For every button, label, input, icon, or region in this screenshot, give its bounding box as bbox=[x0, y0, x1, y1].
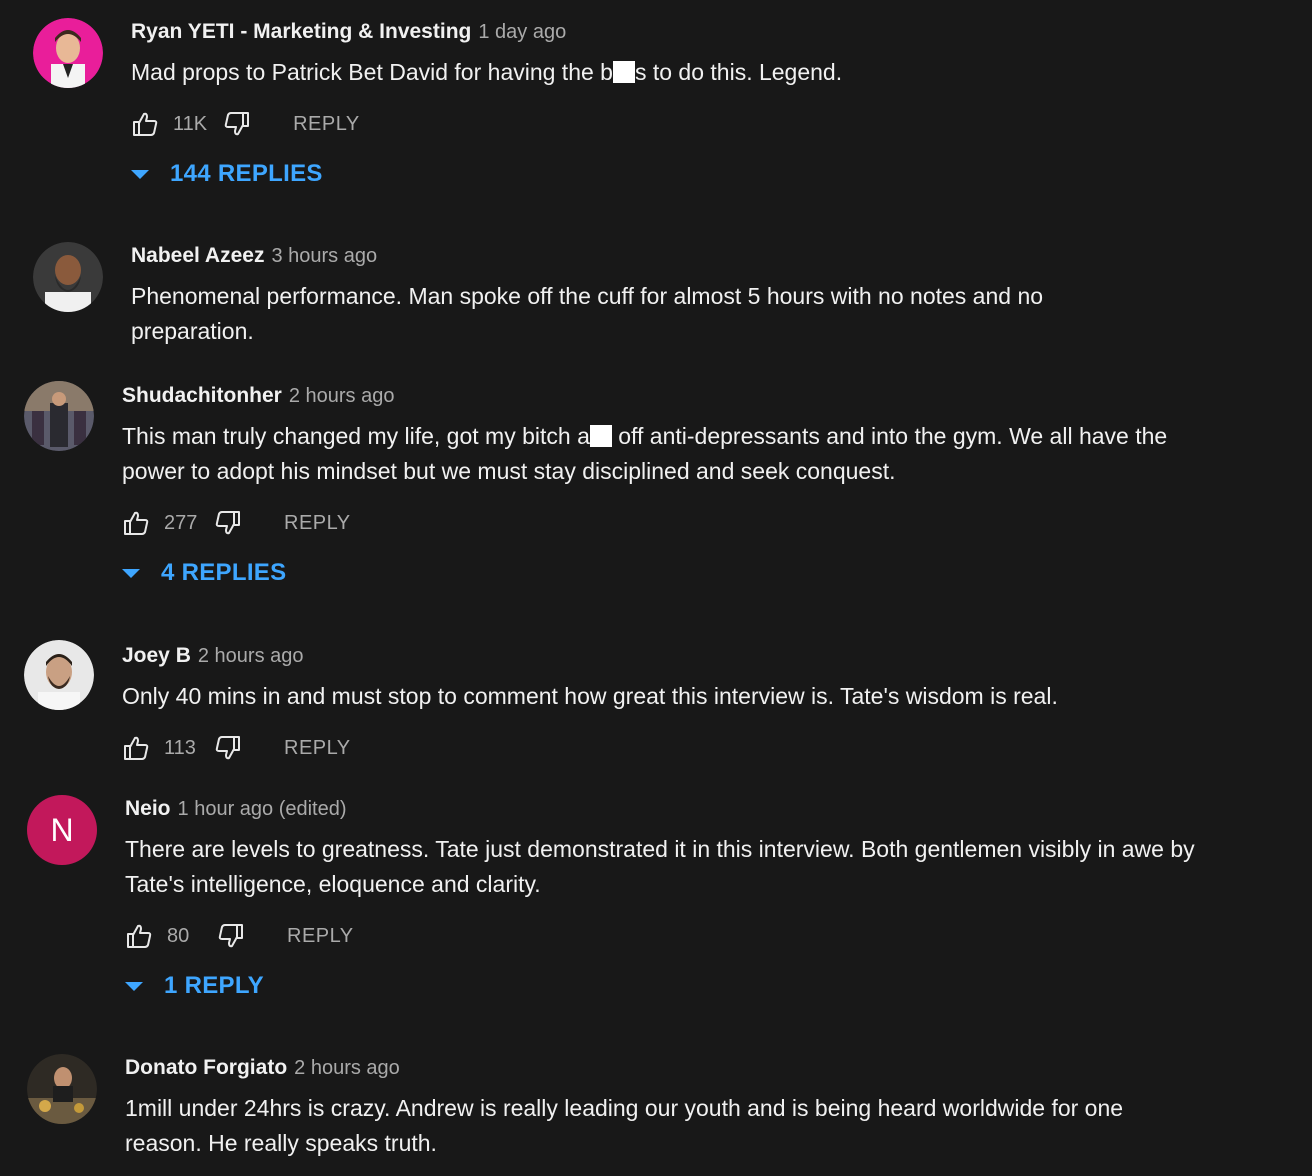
replies-count-label: 144 REPLIES bbox=[170, 160, 323, 187]
reply-button[interactable]: REPLY bbox=[293, 113, 360, 136]
like-count: 277 bbox=[164, 511, 198, 534]
like-count: 113 bbox=[164, 736, 196, 759]
avatar-icon bbox=[33, 18, 103, 88]
comment-actions: 113 REPLY bbox=[122, 733, 1212, 763]
comment-text: There are levels to greatness. Tate just… bbox=[125, 836, 1201, 897]
comment-author[interactable]: Neio bbox=[125, 797, 171, 821]
like-count: 80 bbox=[167, 924, 190, 947]
avatar[interactable] bbox=[33, 18, 103, 88]
avatar-icon bbox=[27, 1054, 97, 1124]
comment-text: Only 40 mins in and must stop to comment… bbox=[122, 683, 1058, 709]
comment-author[interactable]: Donato Forgiato bbox=[125, 1056, 287, 1080]
comment-text-part: s to do this. Legend. bbox=[634, 59, 843, 85]
avatar-icon bbox=[24, 381, 94, 451]
thumbs-up-icon[interactable] bbox=[122, 509, 150, 537]
avatar-letter: N bbox=[50, 811, 74, 848]
comment-thread: Shudachitonher 2 hours ago This man trul… bbox=[0, 370, 1312, 600]
replies-count-label: 4 REPLIES bbox=[161, 559, 287, 586]
avatar[interactable] bbox=[33, 242, 103, 312]
comment-actions: 277 REPLY bbox=[122, 508, 1212, 538]
view-replies-button[interactable]: 144 REPLIES bbox=[131, 160, 1221, 188]
comment-actions: 11K REPLY bbox=[131, 109, 1221, 139]
comment-text: Phenomenal performance. Man spoke off th… bbox=[131, 283, 1050, 344]
comment-thread: Joey B 2 hours ago Only 40 mins in and m… bbox=[0, 630, 1312, 780]
censor-block bbox=[589, 425, 612, 447]
caret-down-icon bbox=[131, 169, 149, 179]
avatar-icon bbox=[24, 640, 94, 710]
avatar[interactable] bbox=[27, 1054, 97, 1124]
comment-text: 1mill under 24hrs is crazy. Andrew is re… bbox=[125, 1095, 1130, 1156]
comment-timestamp[interactable]: 2 hours ago bbox=[198, 645, 304, 668]
avatar[interactable] bbox=[24, 381, 94, 451]
comment-author[interactable]: Ryan YETI - Marketing & Investing bbox=[131, 20, 471, 44]
comment-text-part: This man truly changed my life, got my b… bbox=[122, 423, 590, 449]
reply-button[interactable]: REPLY bbox=[287, 925, 354, 948]
comment-timestamp[interactable]: 3 hours ago bbox=[271, 245, 377, 268]
view-replies-button[interactable]: 4 REPLIES bbox=[122, 559, 1212, 587]
avatar-icon bbox=[33, 242, 103, 312]
thumbs-up-icon[interactable] bbox=[131, 110, 159, 138]
censor-block bbox=[612, 61, 635, 83]
comment-timestamp[interactable]: 1 day ago bbox=[478, 21, 566, 44]
thumbs-down-icon[interactable] bbox=[214, 734, 242, 762]
view-replies-button[interactable]: 1 REPLY bbox=[125, 972, 1205, 1000]
reply-button[interactable]: REPLY bbox=[284, 512, 351, 535]
caret-down-icon bbox=[125, 981, 143, 991]
comment-author[interactable]: Shudachitonher bbox=[122, 384, 282, 408]
thumbs-up-icon[interactable] bbox=[125, 922, 153, 950]
comment-text-part: Mad props to Patrick Bet David for havin… bbox=[131, 59, 613, 85]
thumbs-down-icon[interactable] bbox=[217, 922, 245, 950]
comment-actions: 80 REPLY bbox=[125, 921, 1205, 951]
comment-thread: N Neio 1 hour ago (edited) There are lev… bbox=[0, 785, 1312, 1015]
replies-count-label: 1 REPLY bbox=[164, 972, 264, 999]
comment-text: Mad props to Patrick Bet David for havin… bbox=[131, 55, 1221, 90]
avatar[interactable]: N bbox=[27, 795, 97, 865]
comment-timestamp[interactable]: 1 hour ago (edited) bbox=[178, 798, 347, 821]
comment-thread: Donato Forgiato 2 hours ago 1mill under … bbox=[0, 1044, 1312, 1176]
thumbs-down-icon[interactable] bbox=[214, 509, 242, 537]
comment-thread: Nabeel Azeez 3 hours ago Phenomenal perf… bbox=[0, 230, 1312, 360]
reply-button[interactable]: REPLY bbox=[284, 737, 351, 760]
comments-section: Ryan YETI - Marketing & Investing 1 day … bbox=[0, 0, 1312, 1176]
comment-author[interactable]: Joey B bbox=[122, 644, 191, 668]
comment-timestamp[interactable]: 2 hours ago bbox=[294, 1057, 400, 1080]
like-count: 11K bbox=[173, 112, 208, 135]
thumbs-down-icon[interactable] bbox=[223, 110, 251, 138]
caret-down-icon bbox=[122, 568, 140, 578]
comment-author[interactable]: Nabeel Azeez bbox=[131, 244, 264, 268]
thumbs-up-icon[interactable] bbox=[122, 734, 150, 762]
comment-timestamp[interactable]: 2 hours ago bbox=[289, 385, 395, 408]
avatar[interactable] bbox=[24, 640, 94, 710]
comment-thread: Ryan YETI - Marketing & Investing 1 day … bbox=[0, 0, 1312, 220]
comment-text: This man truly changed my life, got my b… bbox=[122, 419, 1212, 489]
